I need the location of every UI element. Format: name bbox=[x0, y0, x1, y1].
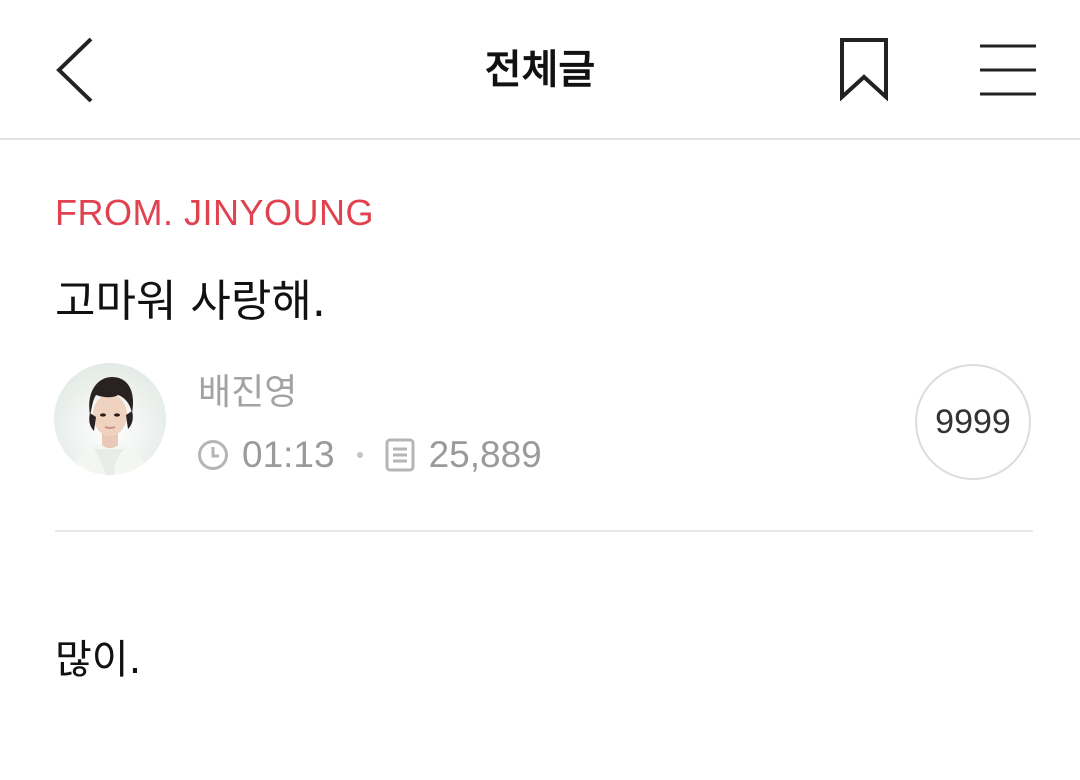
back-button[interactable] bbox=[40, 28, 110, 112]
author-name[interactable]: 배진영 bbox=[198, 368, 297, 418]
post-body: 많이. bbox=[55, 637, 142, 683]
menu-button[interactable] bbox=[966, 28, 1050, 112]
like-count-badge[interactable]: 9999 bbox=[915, 364, 1031, 480]
view-count: 25,889 bbox=[428, 434, 542, 475]
chevron-left-icon bbox=[56, 37, 93, 103]
author-avatar[interactable] bbox=[54, 363, 166, 475]
avatar-image bbox=[54, 363, 166, 475]
page-title: 전체글 bbox=[484, 47, 596, 93]
document-icon bbox=[383, 438, 417, 472]
separator-dot bbox=[356, 452, 363, 458]
bookmark-button[interactable] bbox=[826, 26, 902, 112]
post-meta: 01:13 25,889 bbox=[196, 430, 542, 480]
content-divider bbox=[55, 530, 1033, 532]
top-app-bar: 전체글 bbox=[0, 0, 1080, 140]
hamburger-menu-icon bbox=[980, 44, 1036, 96]
clock-icon bbox=[196, 438, 230, 472]
bookmark-icon bbox=[840, 38, 888, 101]
post-title: 고마워 사랑해. bbox=[55, 276, 326, 327]
post-category[interactable]: FROM. JINYOUNG bbox=[55, 188, 374, 238]
post-time: 01:13 bbox=[242, 434, 335, 475]
